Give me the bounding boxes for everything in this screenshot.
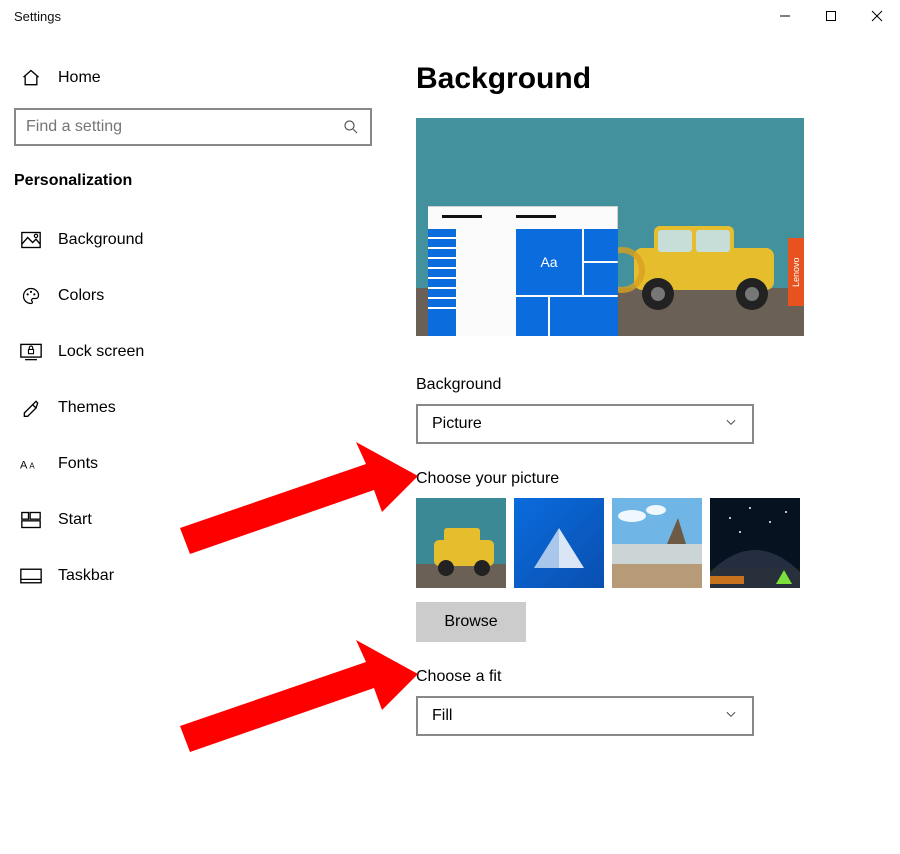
home-button[interactable]: Home bbox=[14, 54, 372, 102]
preview-sample-window: Aa bbox=[428, 206, 618, 336]
background-label: Background bbox=[416, 376, 870, 394]
search-input[interactable] bbox=[26, 118, 342, 136]
palette-icon bbox=[20, 286, 42, 306]
page-title: Background bbox=[416, 62, 870, 96]
sidebar-item-fonts[interactable]: AA Fonts bbox=[14, 436, 372, 492]
background-dropdown-value: Picture bbox=[432, 415, 482, 433]
fonts-icon: AA bbox=[20, 455, 42, 473]
fit-label: Choose a fit bbox=[416, 668, 870, 686]
background-dropdown[interactable]: Picture bbox=[416, 404, 754, 444]
sidebar-item-label: Fonts bbox=[58, 455, 98, 473]
chevron-down-icon bbox=[724, 707, 738, 726]
preview-blue-strip bbox=[428, 229, 456, 336]
sidebar-item-start[interactable]: Start bbox=[14, 492, 372, 548]
browse-button[interactable]: Browse bbox=[416, 602, 526, 642]
picture-thumbnail-2[interactable] bbox=[514, 498, 604, 588]
minimize-button[interactable] bbox=[762, 0, 808, 32]
svg-text:A: A bbox=[29, 462, 35, 471]
sidebar-item-label: Start bbox=[58, 511, 92, 529]
search-icon bbox=[342, 118, 360, 136]
main-panel: Background Lenovo bbox=[386, 32, 900, 854]
sidebar: Home Personalization Background bbox=[0, 32, 386, 854]
svg-text:A: A bbox=[20, 460, 28, 472]
taskbar-icon bbox=[20, 568, 42, 584]
sidebar-item-background[interactable]: Background bbox=[14, 212, 372, 268]
fit-dropdown-value: Fill bbox=[432, 707, 452, 725]
title-bar: Settings bbox=[0, 0, 900, 32]
section-title: Personalization bbox=[14, 172, 372, 190]
fit-dropdown[interactable]: Fill bbox=[416, 696, 754, 736]
home-label: Home bbox=[58, 69, 101, 87]
themes-icon bbox=[20, 398, 42, 418]
settings-window: Settings Home Person bbox=[0, 0, 900, 854]
sidebar-item-label: Taskbar bbox=[58, 567, 114, 585]
sidebar-item-themes[interactable]: Themes bbox=[14, 380, 372, 436]
sidebar-item-label: Themes bbox=[58, 399, 116, 417]
picture-thumbnail-row bbox=[416, 498, 870, 588]
picture-icon bbox=[20, 231, 42, 249]
brand-badge: Lenovo bbox=[788, 238, 804, 306]
sidebar-item-taskbar[interactable]: Taskbar bbox=[14, 548, 372, 604]
sidebar-item-label: Background bbox=[58, 231, 143, 249]
browse-button-label: Browse bbox=[444, 613, 497, 631]
close-button[interactable] bbox=[854, 0, 900, 32]
maximize-button[interactable] bbox=[808, 0, 854, 32]
choose-picture-label: Choose your picture bbox=[416, 470, 870, 488]
window-title: Settings bbox=[14, 9, 762, 24]
sidebar-item-label: Colors bbox=[58, 287, 104, 305]
home-icon bbox=[20, 68, 42, 88]
chevron-down-icon bbox=[724, 415, 738, 434]
preview-aa-text: Aa bbox=[540, 254, 557, 270]
preview-tiles: Aa bbox=[516, 229, 618, 336]
sidebar-item-lockscreen[interactable]: Lock screen bbox=[14, 324, 372, 380]
picture-thumbnail-4[interactable] bbox=[710, 498, 800, 588]
sidebar-item-colors[interactable]: Colors bbox=[14, 268, 372, 324]
sidebar-item-label: Lock screen bbox=[58, 343, 144, 361]
picture-thumbnail-1[interactable] bbox=[416, 498, 506, 588]
search-input-container[interactable] bbox=[14, 108, 372, 146]
content-body: Home Personalization Background bbox=[0, 32, 900, 854]
desktop-preview: Lenovo Aa bbox=[416, 118, 804, 336]
start-icon bbox=[20, 511, 42, 529]
lockscreen-icon bbox=[20, 343, 42, 361]
nav-list: Background Colors Lock screen bbox=[14, 212, 372, 604]
picture-thumbnail-3[interactable] bbox=[612, 498, 702, 588]
